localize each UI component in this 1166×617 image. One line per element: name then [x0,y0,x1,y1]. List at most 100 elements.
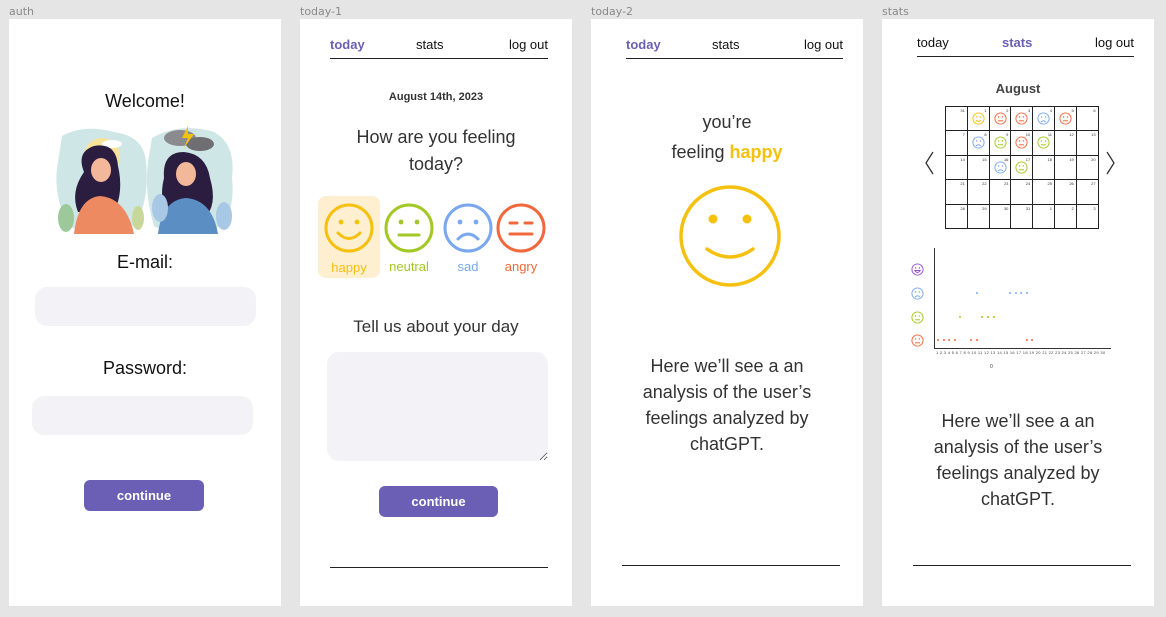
calendar-day[interactable]: 2 [988,105,1012,132]
calendar-day[interactable]: 8 [966,130,990,156]
calendar-day[interactable]: 22 [966,179,990,205]
calendar-day-number: 31 [960,108,965,113]
calendar-day[interactable]: 6 [1075,105,1099,132]
analysis-text: Here we’ll see a an analysis of the user… [642,356,812,454]
analysis-text: Here we’ll see a an analysis of the user… [933,411,1103,509]
graph-point [953,339,956,341]
calendar-day-number: 23 [1003,181,1009,187]
feeling-question: How are you feeling today? [356,127,516,174]
nav-logout-link[interactable]: log out [1095,35,1134,50]
calendar-day[interactable]: 15 [966,154,990,181]
bottom-divider [913,565,1131,566]
calendar-day[interactable]: 19 [1053,154,1077,181]
continue-button[interactable]: continue [379,486,498,517]
calendar-day[interactable]: 10 [1010,130,1034,156]
graph-x-zero: 0 [990,364,993,370]
calendar-day[interactable]: 1 [966,105,990,132]
calendar-day[interactable]: 3 [1075,203,1099,229]
calendar-day[interactable]: 16 [988,154,1012,181]
email-field[interactable] [35,287,256,326]
calendar-day-number: 3 [1093,205,1096,211]
result-line-2: feeling happy [591,137,863,167]
continue-button[interactable]: continue [84,480,204,511]
graph-point [948,339,951,341]
calendar-day[interactable]: 26 [1053,179,1077,205]
nav-stats-tab[interactable]: stats [416,37,443,52]
women-moods-illustration [56,126,233,234]
calendar-day[interactable]: 1 [1032,203,1055,229]
sad-face-icon [1037,112,1050,125]
calendar-day[interactable]: 23 [988,179,1012,205]
neutral-face-icon [1037,136,1050,149]
password-field[interactable] [32,396,253,435]
calendar-day[interactable]: 3 [1010,105,1034,132]
calendar-day[interactable]: 28 [945,203,968,229]
calendar-day-number: 26 [1069,181,1074,187]
calendar-day[interactable]: 20 [1075,154,1099,181]
mood-option-happy[interactable]: happy [318,196,380,278]
nav-logout-link[interactable]: log out [509,37,548,52]
calendar-day[interactable]: 14 [945,154,968,181]
angry-face-icon [911,334,924,347]
graph-point [1009,292,1012,294]
calendar-day-number: 2 [1071,205,1074,211]
calendar-day[interactable]: 13 [1075,130,1099,156]
calendar-day-number: 18 [1047,156,1052,162]
calendar-day-number: 27 [1091,181,1096,187]
calendar-day[interactable]: 7 [945,130,968,156]
calendar-day[interactable]: 31 [945,105,968,132]
graph-x-ticks: 1 2 3 4 5 6 7 8 9 10 11 12 13 14 15 16 1… [936,350,1106,355]
result-prefix: feeling [671,142,730,162]
graph-point [1020,292,1023,294]
mood-option-angry[interactable]: angry [490,196,552,278]
chevron-left-icon[interactable] [924,151,934,175]
calendar-day[interactable]: 2 [1053,203,1077,229]
calendar-day[interactable]: 21 [945,179,968,205]
calendar-day-number: 28 [960,205,965,211]
calendar-day[interactable]: 17 [1010,154,1034,181]
happy-face-icon [679,185,781,287]
calendar-day[interactable]: 27 [1075,179,1099,205]
graph-point [981,316,984,318]
day-description-textarea[interactable] [327,352,548,461]
mood-result: you’re feeling happy [591,107,863,167]
nav-stats-tab[interactable]: stats [1002,35,1032,50]
nav-bar: today stats log out [626,37,843,59]
calendar-day[interactable]: 9 [988,130,1012,156]
nav-today-tab[interactable]: today [917,35,949,50]
bottom-divider [330,567,548,568]
frame-label-today-1: today-1 [300,5,343,18]
result-mood: happy [729,142,783,162]
calendar-day[interactable]: 5 [1053,105,1077,132]
calendar-day[interactable]: 18 [1032,154,1055,181]
calendar-day-number: 12 [1069,132,1074,138]
frame-label-today-2: today-2 [591,5,634,18]
mood-calendar: 31 1 2 3 4 5 6 7 8 9 10 11 12 13 14 15 16 17 18 19 20 21 22 23 2… [945,105,1099,229]
neutral-face-icon [384,203,434,253]
nav-today-tab[interactable]: today [626,37,661,52]
email-label: E-mail: [116,252,173,272]
calendar-day-number: 7 [962,132,965,138]
calendar-day[interactable]: 29 [966,203,990,229]
calendar-day[interactable]: 25 [1032,179,1055,205]
mood-label: angry [504,259,538,274]
calendar-week: 28 29 30 31 1 2 3 [945,203,1099,229]
mood-frequency-graph [934,248,1111,349]
calendar-day-number: 21 [960,181,965,187]
calendar-day[interactable]: 31 [1010,203,1034,229]
calendar-day[interactable]: 24 [1010,179,1034,205]
calendar-day[interactable]: 30 [988,203,1012,229]
graph-point [986,316,989,318]
nav-logout-link[interactable]: log out [804,37,843,52]
calendar-day-number: 14 [960,156,965,162]
calendar-day-number: 19 [1069,156,1074,162]
graph-point [942,339,945,341]
calendar-day[interactable]: 4 [1032,105,1055,132]
nav-stats-tab[interactable]: stats [712,37,739,52]
calendar-day[interactable]: 11 [1032,130,1055,156]
calendar-day-number: 1 [1049,205,1052,211]
chevron-right-icon[interactable] [1106,151,1116,175]
calendar-day[interactable]: 12 [1053,130,1077,156]
nav-today-tab[interactable]: today [330,37,365,52]
mood-option-neutral[interactable]: neutral [378,196,440,278]
